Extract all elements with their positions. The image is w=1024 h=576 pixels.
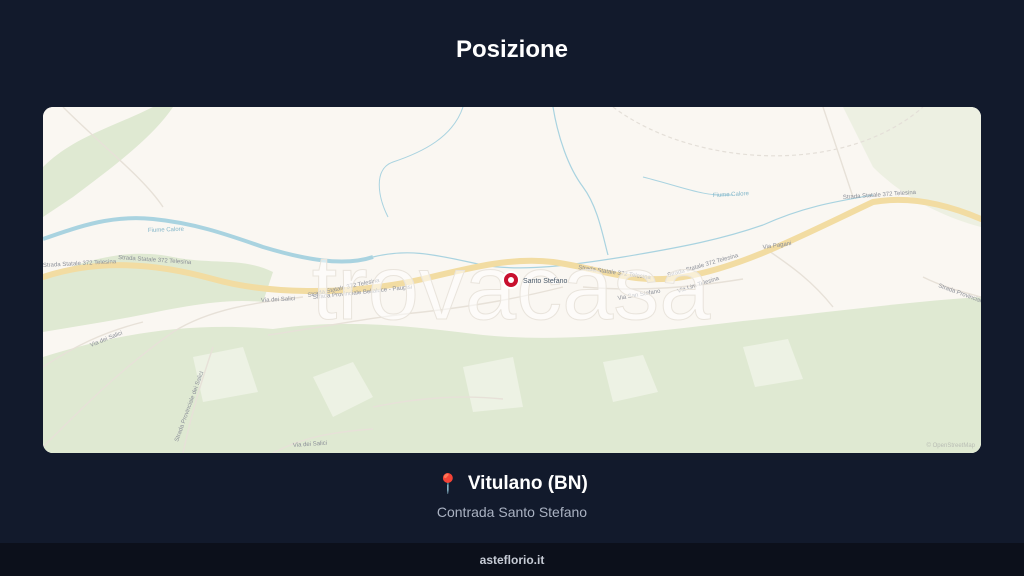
location-address: Contrada Santo Stefano xyxy=(436,504,588,520)
footer-site[interactable]: asteflorio.it xyxy=(480,553,545,567)
pin-icon: 📍 xyxy=(436,474,460,495)
map-attribution[interactable]: © OpenStreetMap xyxy=(927,442,976,449)
location-marker-icon[interactable] xyxy=(502,271,520,289)
map-canvas[interactable]: Strada Statale 372 Telesina Strada Stata… xyxy=(43,107,981,453)
footer: asteflorio.it xyxy=(0,543,1024,576)
map[interactable]: Strada Statale 372 Telesina Strada Stata… xyxy=(43,107,981,453)
location-title: 📍 Vitulano (BN) xyxy=(436,472,588,496)
river-label: Fiume Calore xyxy=(148,227,185,234)
marker-label: Santo Stefano xyxy=(523,278,567,285)
page-title: Posizione xyxy=(455,36,569,63)
location-name: Vitulano (BN) xyxy=(467,473,588,494)
location-info: 📍 Vitulano (BN) Contrada Santo Stefano xyxy=(0,472,1024,520)
